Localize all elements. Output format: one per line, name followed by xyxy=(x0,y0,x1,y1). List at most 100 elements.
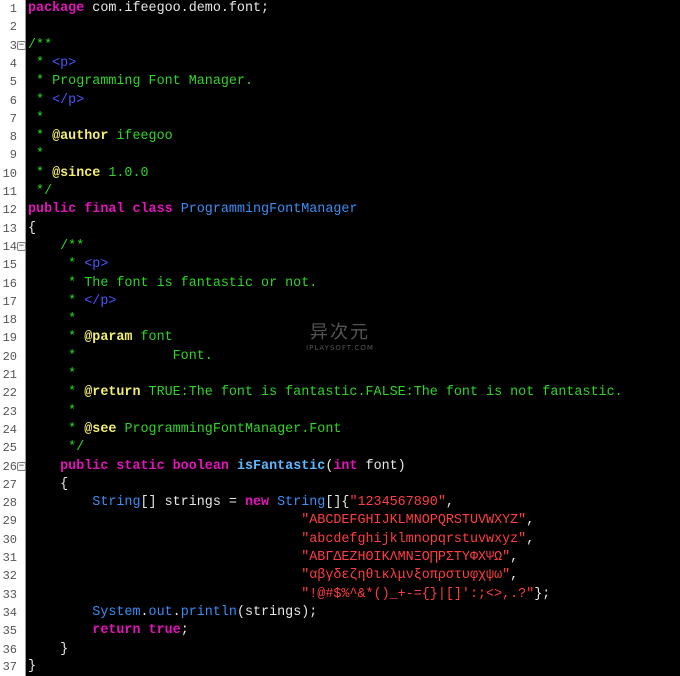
html-tag: </p> xyxy=(52,92,85,108)
line-number: 2 xyxy=(9,20,17,35)
code-line[interactable]: 27 { xyxy=(0,476,680,494)
line-number: 22 xyxy=(2,386,17,401)
code-line[interactable]: 22 * @return TRUE:The font is fantastic.… xyxy=(0,384,680,402)
javadoc-tag: @since xyxy=(52,165,101,181)
comment: /** xyxy=(28,37,53,53)
fold-collapse-icon[interactable]: − xyxy=(17,241,26,251)
code-text: , xyxy=(510,550,519,565)
line-number: 4 xyxy=(9,56,17,71)
brace: { xyxy=(28,220,37,236)
javadoc-tag: @author xyxy=(52,129,109,145)
code-editor[interactable]: 1 package com.ifeegoo.demo.font; 2 3−/** … xyxy=(0,0,680,676)
code-line[interactable]: 5 * Programming Font Manager. xyxy=(0,73,680,91)
code-line[interactable]: 28 String[] strings = new String[]{"1234… xyxy=(0,494,680,512)
code-line[interactable]: 37} xyxy=(0,658,680,676)
comment: ProgrammingFontManager.Font xyxy=(116,421,342,437)
line-number: 36 xyxy=(2,642,17,657)
string-literal: "abcdefghijklmnopqrstuvwxyz" xyxy=(28,531,527,547)
watermark: 异次元 IPLAYSOFT.COM xyxy=(300,318,380,352)
field-name: out xyxy=(148,604,173,620)
html-tag: </p> xyxy=(84,293,117,309)
code-line[interactable]: 4 * <p> xyxy=(0,55,680,73)
keyword: package xyxy=(28,1,85,16)
code-line[interactable]: 8 * @author ifeegoo xyxy=(0,128,680,146)
keyword: public final class xyxy=(28,202,173,218)
code-line[interactable]: 36 } xyxy=(0,641,680,659)
code-line[interactable]: 16 * The font is fantastic or not. xyxy=(0,275,680,293)
line-number: 24 xyxy=(2,422,17,437)
code-text: , xyxy=(526,531,535,547)
method-name: isFantastic xyxy=(228,458,326,474)
line-number: 10 xyxy=(2,166,17,181)
code-line[interactable]: 12 public final class ProgrammingFontMana… xyxy=(0,201,680,219)
code-line[interactable]: 25 */ xyxy=(0,439,680,457)
string-literal: "ABCDEFGHIJKLMNOPQRSTUVWXYZ" xyxy=(28,513,527,529)
comment: * The font is fantastic or not. xyxy=(28,275,318,291)
code-line[interactable]: 35 return true; xyxy=(0,622,680,640)
comment: * xyxy=(28,293,85,309)
line-number: 23 xyxy=(2,404,17,419)
comment: TRUE:The font is fantastic.FALSE:The fon… xyxy=(140,385,623,401)
code-line[interactable]: 9 * xyxy=(0,146,680,164)
line-number: 30 xyxy=(2,532,17,547)
code-line[interactable]: 24 * @see ProgrammingFontManager.Font xyxy=(0,421,680,439)
watermark-title: 异次元 xyxy=(310,322,370,343)
javadoc-tag: @param xyxy=(84,330,133,346)
code-line[interactable]: 26− public static boolean isFantastic(in… xyxy=(0,458,680,476)
code-text: [] strings = xyxy=(140,495,245,511)
code-text: (strings); xyxy=(236,604,318,620)
code-line[interactable]: 33 "!@#$%^&*()_+-={}|[]':;<>,.?"}; xyxy=(0,586,680,604)
fold-collapse-icon[interactable]: − xyxy=(17,40,26,50)
comment: * xyxy=(28,165,53,181)
code-line[interactable]: 31 "ΑΒΓΔΕΖΗΘΙΚΛΜΝΞΟ∏ΡΣΤΥΦΧΨΩ", xyxy=(0,549,680,567)
line-number: 33 xyxy=(2,587,17,602)
code-line[interactable]: 21 * xyxy=(0,366,680,384)
comment: * xyxy=(28,92,53,108)
javadoc-tag: @see xyxy=(84,421,117,437)
line-number: 26 xyxy=(2,459,17,474)
line-number: 31 xyxy=(2,551,17,565)
line-number: 27 xyxy=(2,477,17,492)
fold-collapse-icon[interactable]: − xyxy=(17,461,26,471)
brace: { xyxy=(28,476,69,492)
code-line[interactable]: 17 * </p> xyxy=(0,293,680,311)
string-literal: "!@#$%^&*()_+-={}|[]':;<>,.?" xyxy=(28,586,535,602)
line-number: 3 xyxy=(9,38,17,53)
keyword: new xyxy=(244,495,270,511)
line-number: 13 xyxy=(2,221,17,236)
line-number: 6 xyxy=(9,93,17,108)
code-line[interactable]: 34 System.out.println(strings); xyxy=(0,604,680,622)
comment: ifeegoo xyxy=(108,129,173,145)
html-tag: <p> xyxy=(52,55,77,71)
comment: * xyxy=(28,257,85,273)
code-line[interactable]: 7 * xyxy=(0,110,680,128)
code-line[interactable]: 14− /** xyxy=(0,238,680,256)
comment: * xyxy=(28,312,77,328)
code-line[interactable]: 23 * xyxy=(0,403,680,421)
code-line[interactable]: 13 { xyxy=(0,220,680,238)
comment: * xyxy=(28,367,77,382)
comment: * xyxy=(28,403,77,419)
code-text: , xyxy=(445,495,454,511)
code-line[interactable]: 11 */ xyxy=(0,183,680,201)
keyword: public static boolean xyxy=(28,458,229,474)
string-literal: "αβγδεζηθικλμνξοπρστυφχψω" xyxy=(28,568,511,584)
code-line[interactable]: 6 * </p> xyxy=(0,92,680,110)
code-line[interactable]: 32 "αβγδεζηθικλμνξοπρστυφχψω", xyxy=(0,567,680,585)
code-line[interactable]: 1 package com.ifeegoo.demo.font; xyxy=(0,0,680,18)
code-line[interactable]: 10 * @since 1.0.0 xyxy=(0,165,680,183)
code-line[interactable]: 2 xyxy=(0,18,680,36)
comment: * xyxy=(28,421,85,437)
line-number: 5 xyxy=(9,75,17,90)
line-number: 19 xyxy=(2,331,17,346)
line-number: 14 xyxy=(2,239,17,254)
code-text: }; xyxy=(534,586,551,602)
line-number: 11 xyxy=(2,185,17,199)
line-number: 37 xyxy=(2,660,17,674)
comment: * xyxy=(28,55,53,71)
code-line[interactable]: 30 "abcdefghijklmnopqrstuvwxyz", xyxy=(0,531,680,549)
code-line[interactable]: 29 "ABCDEFGHIJKLMNOPQRSTUVWXYZ", xyxy=(0,512,680,530)
code-line[interactable]: 15 * <p> xyxy=(0,256,680,274)
code-line[interactable]: 3−/** xyxy=(0,37,680,55)
line-number: 12 xyxy=(2,203,17,218)
